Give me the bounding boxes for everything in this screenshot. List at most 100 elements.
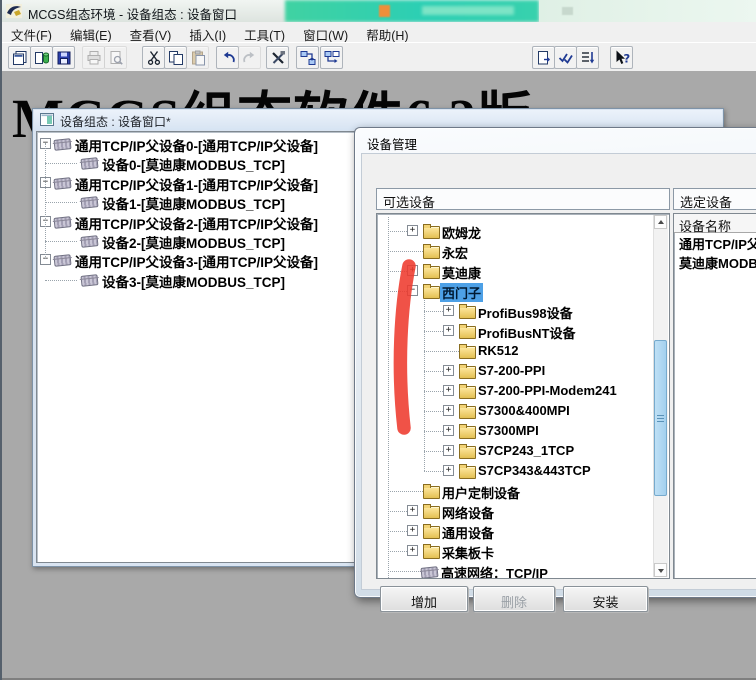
tree-expand-icon[interactable]: + xyxy=(443,465,454,476)
available-device-item[interactable]: + ProfiBus98设备 xyxy=(377,301,669,321)
syntax-check-button[interactable] xyxy=(554,46,577,69)
available-device-item[interactable]: − 西门子 xyxy=(377,281,669,301)
paste-button xyxy=(186,46,209,69)
tree-expand-icon[interactable]: + xyxy=(407,545,418,556)
strategy-1-button[interactable] xyxy=(296,46,319,69)
available-device-item[interactable]: 高速网络：TCP/IP xyxy=(377,561,669,579)
save-icon xyxy=(56,50,72,66)
available-device-item[interactable]: +S7-200-PPI xyxy=(377,361,669,381)
device-manager-dialog[interactable]: 设备管理 可选设备 选定设备 +欧姆龙永宏+莫迪康−西门子+ProfiBus98… xyxy=(354,127,756,598)
tree-expand-icon[interactable]: + xyxy=(407,265,418,276)
menu-item-5[interactable]: 窗口(W) xyxy=(294,22,357,42)
new-window-icon xyxy=(12,50,28,66)
tree-item-label: ProfiBus98设备 xyxy=(476,303,575,322)
cut-button[interactable] xyxy=(142,46,165,69)
available-device-item[interactable]: RK512 xyxy=(377,341,669,361)
background-window-icon-blur xyxy=(379,5,390,17)
available-device-item[interactable]: +ProfiBusNT设备 xyxy=(377,321,669,341)
tree-expand-icon[interactable]: + xyxy=(443,425,454,436)
menu-bar: 文件(F)编辑(E)查看(V)插入(I)工具(T)窗口(W)帮助(H) xyxy=(2,22,756,43)
available-devices-tree[interactable]: + 欧姆龙永宏+莫迪康 − 西门子 + ProfiBus98设备+ProfiBusNT设备… xyxy=(376,213,670,579)
app-title: MCGS组态环境 - 设备组态 : 设备窗口 xyxy=(28,4,237,22)
scroll-up-button[interactable] xyxy=(654,215,667,229)
app-titlebar[interactable]: MCGS组态环境 - 设备组态 : 设备窗口 xyxy=(2,0,756,22)
new-window-button[interactable] xyxy=(8,46,31,69)
context-help-button[interactable]: ? xyxy=(610,46,633,69)
selected-devices-list[interactable]: 设备名称 通用TCP/IP父设备0莫迪康MODBUS_TCP xyxy=(673,213,756,579)
tree-expand-icon[interactable]: + xyxy=(443,385,454,396)
menu-item-3[interactable]: 插入(I) xyxy=(180,22,235,42)
available-device-item[interactable]: 永宏 xyxy=(377,241,669,261)
tree-expand-icon[interactable]: + xyxy=(443,305,454,316)
delete-button: 删除 xyxy=(473,586,555,612)
selected-devices-rows: 通用TCP/IP父设备0莫迪康MODBUS_TCP xyxy=(674,233,756,271)
add-button[interactable]: 增加 xyxy=(380,586,468,612)
selected-devices-label: 选定设备 xyxy=(673,188,756,210)
menu-item-4[interactable]: 工具(T) xyxy=(235,22,294,42)
tree-connector xyxy=(424,411,443,412)
sort-list-button[interactable] xyxy=(576,46,599,69)
tree-connector xyxy=(424,351,459,352)
available-device-item[interactable]: +S7CP343&443TCP xyxy=(377,461,669,481)
copy-button[interactable] xyxy=(164,46,187,69)
strategy-2-button[interactable] xyxy=(320,46,343,69)
open-project-icon xyxy=(34,50,50,66)
tree-expand-icon[interactable]: + xyxy=(443,405,454,416)
tree-item-label: S7CP243_1TCP xyxy=(476,443,576,458)
background-window-glow xyxy=(422,6,514,15)
titlebar-glass-detail xyxy=(562,7,573,15)
selected-device-row[interactable]: 通用TCP/IP父设备0 xyxy=(674,233,756,252)
menu-item-6[interactable]: 帮助(H) xyxy=(357,22,417,42)
available-device-item[interactable]: 用户定制设备 xyxy=(377,481,669,501)
menu-item-2[interactable]: 查看(V) xyxy=(121,22,181,42)
tree-item-label: 通用TCP/IP父设备1-[通用TCP/IP父设备] xyxy=(75,174,318,194)
tree-item-label: 通用TCP/IP父设备2-[通用TCP/IP父设备] xyxy=(75,213,318,233)
scroll-down-button[interactable] xyxy=(654,563,667,577)
tree-expand-icon[interactable]: + xyxy=(407,525,418,536)
tree-item-label: 通用TCP/IP父设备0-[通用TCP/IP父设备] xyxy=(75,135,318,155)
tree-connector xyxy=(424,471,443,472)
install-button[interactable]: 安装 xyxy=(563,586,648,612)
tree-item-label: 欧姆龙 xyxy=(440,223,483,242)
available-device-item[interactable]: +S7300&400MPI xyxy=(377,401,669,421)
open-project-button[interactable] xyxy=(30,46,53,69)
tree-item-label-selected: 西门子 xyxy=(440,283,483,302)
folder-icon xyxy=(423,506,440,519)
selected-device-row[interactable]: 莫迪康MODBUS_TCP xyxy=(674,252,756,271)
scrollbar-thumb[interactable] xyxy=(654,340,667,496)
mcgs-app-window: MCGS组态环境 - 设备组态 : 设备窗口 文件(F)编辑(E)查看(V)插入… xyxy=(0,0,756,680)
available-device-item[interactable]: +莫迪康 xyxy=(377,261,669,281)
undo-button[interactable] xyxy=(216,46,239,69)
chip-device-icon xyxy=(80,235,98,248)
device-name-column-header: 设备名称 xyxy=(674,214,756,233)
tree-item-label: S7-200-PPI-Modem241 xyxy=(476,383,619,398)
available-device-item[interactable]: +通用设备 xyxy=(377,521,669,541)
toolbox-button[interactable] xyxy=(266,46,289,69)
tree-connector xyxy=(424,391,443,392)
properties-button[interactable] xyxy=(532,46,555,69)
tree-expand-icon[interactable]: + xyxy=(407,225,418,236)
available-device-item[interactable]: + S7-200-PPI-Modem241 xyxy=(377,381,669,401)
vertical-scrollbar[interactable] xyxy=(653,215,668,577)
menu-item-1[interactable]: 编辑(E) xyxy=(61,22,121,42)
tree-expand-icon[interactable]: + xyxy=(407,505,418,516)
available-device-item[interactable]: + S7CP243_1TCP xyxy=(377,441,669,461)
dialog-title: 设备管理 xyxy=(367,134,417,153)
available-device-item[interactable]: +采集板卡 xyxy=(377,541,669,561)
tree-item-label: RK512 xyxy=(476,343,520,358)
save-button[interactable] xyxy=(52,46,75,69)
available-device-item[interactable]: + 欧姆龙 xyxy=(377,221,669,241)
cut-icon xyxy=(146,50,162,66)
tree-expand-icon[interactable]: + xyxy=(443,445,454,456)
tree-guide-line xyxy=(45,143,46,259)
tree-collapse-icon[interactable]: − xyxy=(407,285,418,296)
tree-expand-icon[interactable]: + xyxy=(443,325,454,336)
available-device-item[interactable]: +S7300MPI xyxy=(377,421,669,441)
folder-icon xyxy=(459,406,476,419)
available-device-item[interactable]: + 网络设备 xyxy=(377,501,669,521)
tree-item-label: 网络设备 xyxy=(440,503,496,522)
tree-expand-icon[interactable]: + xyxy=(443,365,454,376)
redo-button xyxy=(238,46,261,69)
menu-item-0[interactable]: 文件(F) xyxy=(2,22,61,42)
tree-connector xyxy=(388,571,421,572)
